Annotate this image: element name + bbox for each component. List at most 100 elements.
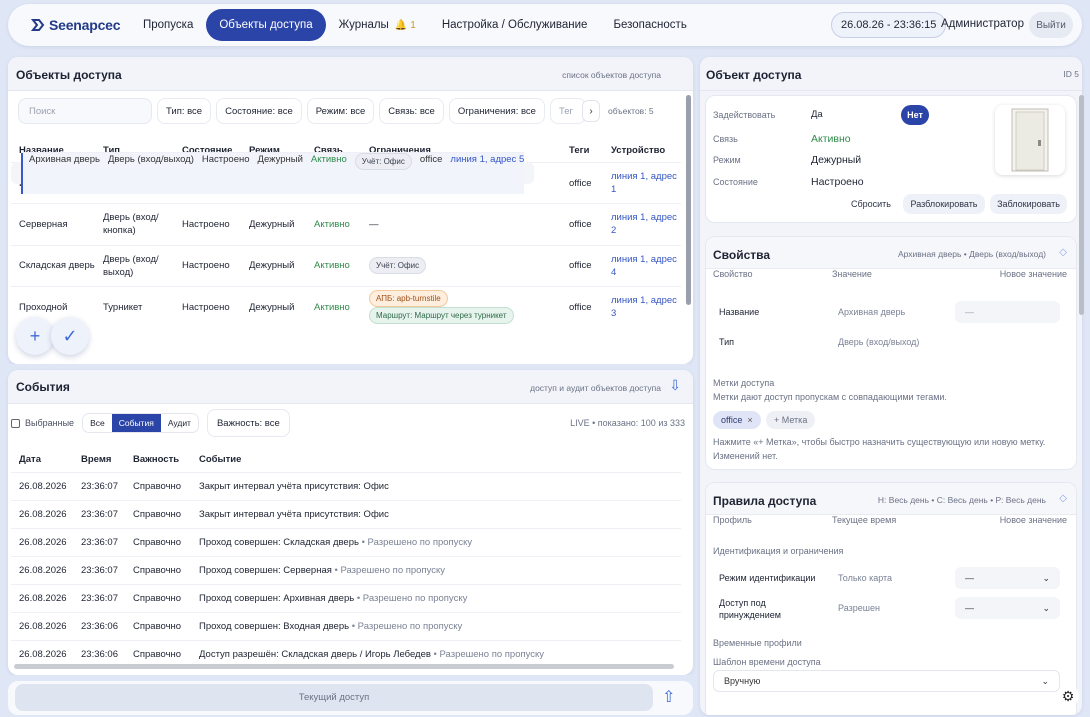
current-access-button[interactable]: Текущий доступ bbox=[15, 684, 653, 711]
filter-type[interactable]: Тип: все bbox=[157, 98, 212, 124]
engage-no-toggle[interactable]: Нет bbox=[901, 105, 929, 125]
col-tags[interactable]: Теги bbox=[561, 138, 603, 162]
reset-button[interactable]: Сбросить bbox=[843, 194, 899, 214]
diamond-icon[interactable]: ◇ bbox=[1059, 493, 1067, 504]
duress-select[interactable]: — ⌄ bbox=[955, 597, 1060, 619]
event-note: • Разрешено по пропуску bbox=[361, 536, 473, 548]
severity-filter[interactable]: Важность: все bbox=[206, 409, 290, 437]
table-row[interactable]: Серверная Дверь (вход/кнопка) Настроено … bbox=[11, 203, 681, 246]
table-row[interactable]: 26.08.2026 23:36:07 Справочно Проход соверш… bbox=[11, 583, 681, 612]
table-row[interactable]: 26.08.2026 23:36:06 Справочно Проход соверш… bbox=[11, 611, 681, 640]
detail-title: Объект доступа bbox=[706, 68, 802, 82]
tag-office[interactable]: office × bbox=[713, 411, 761, 429]
link-value: Активно bbox=[811, 133, 851, 145]
cell-device[interactable]: линия 1, адрес 3 bbox=[603, 285, 681, 328]
event-text: Доступ разрешён: Складская дверь / Игорь… bbox=[199, 648, 431, 660]
user-name[interactable]: Администратор bbox=[941, 18, 1024, 30]
table-row[interactable]: 26.08.2026 23:36:07 Справочно Проход соверш… bbox=[11, 555, 681, 584]
events-filter-bar: Выбранные Все События Аудит Важность: вс… bbox=[11, 409, 290, 437]
expand-up-icon[interactable]: ⇧ bbox=[662, 687, 675, 707]
cell-severity: Справочно bbox=[125, 499, 191, 528]
nav-journals[interactable]: Журналы 🔔 1 bbox=[326, 9, 429, 41]
id-mode-select[interactable]: — ⌄ bbox=[955, 567, 1060, 589]
cell-severity: Справочно bbox=[125, 471, 191, 500]
col-time[interactable]: Время bbox=[73, 448, 125, 472]
col-event[interactable]: Событие bbox=[191, 448, 681, 472]
add-tag-button[interactable]: + Метка bbox=[766, 411, 816, 429]
col-date[interactable]: Дата bbox=[11, 448, 73, 472]
cell-event: Закрыт интервал учёта присутствия: Офис bbox=[191, 499, 681, 528]
cell-device[interactable]: линия 1, адрес 1 bbox=[603, 161, 681, 204]
tab-audit[interactable]: Аудит bbox=[161, 414, 198, 432]
engage-yes[interactable]: Да bbox=[811, 109, 823, 120]
table-row[interactable]: 26.08.2026 23:36:07 Справочно Закрыт интерв… bbox=[11, 471, 681, 500]
logout-button[interactable]: Выйти bbox=[1029, 12, 1073, 38]
table-row[interactable]: Проходной Турникет Настроено Дежурный Ак… bbox=[11, 285, 681, 328]
objects-search-input[interactable]: Поиск bbox=[18, 98, 152, 124]
cell-tags: office bbox=[561, 161, 603, 204]
nav-settings[interactable]: Настройка / Обслуживание bbox=[429, 9, 601, 41]
filter-link[interactable]: Связь: все bbox=[379, 98, 444, 124]
filter-limits[interactable]: Ограничения: все bbox=[448, 98, 545, 124]
rules-card: Правила доступа Н: Весь день • С: Весь д… bbox=[705, 482, 1077, 715]
app-logo[interactable]: Seenapcec bbox=[30, 13, 122, 37]
filter-state[interactable]: Состояние: все bbox=[216, 98, 302, 124]
selected-checkbox[interactable] bbox=[11, 418, 20, 428]
event-text: Проход совершен: Серверная bbox=[199, 564, 332, 576]
cell-mode: Дежурный bbox=[241, 244, 306, 287]
logo-text: Seenapcec bbox=[49, 17, 121, 33]
nav-passes[interactable]: Пропуска bbox=[130, 9, 206, 41]
download-icon[interactable]: ⇩ bbox=[669, 377, 681, 394]
section-identification: Идентификация и ограничения bbox=[713, 546, 844, 556]
chevron-down-icon: ⌄ bbox=[1042, 572, 1050, 583]
template-select[interactable]: Вручную ⌄ bbox=[713, 670, 1060, 692]
col-device[interactable]: Устройство bbox=[603, 138, 681, 162]
unlock-button[interactable]: Разблокировать bbox=[903, 194, 985, 214]
chevron-right-icon[interactable]: › bbox=[581, 100, 600, 122]
filter-tag[interactable]: Тег bbox=[549, 98, 586, 124]
lock-button[interactable]: Заблокировать bbox=[990, 194, 1067, 214]
engage-label: Задействовать bbox=[713, 110, 776, 120]
nav-access-objects[interactable]: Объекты доступа bbox=[206, 9, 326, 41]
table-row[interactable]: Архивная дверь Дверь (вход/выход) Настро… bbox=[11, 152, 535, 194]
cell-event: Проход совершен: Складская дверь • Разре… bbox=[191, 527, 681, 556]
close-icon[interactable]: × bbox=[747, 415, 752, 425]
cell-limits: АПБ: apb-turnstile Маршрут: Маршрут через… bbox=[361, 285, 561, 328]
objects-count: объектов: 5 bbox=[607, 106, 654, 116]
table-row[interactable]: Складская дверь Дверь (вход/выход) Настр… bbox=[11, 244, 681, 287]
cell-device[interactable]: линия 1, адрес 2 bbox=[603, 203, 681, 246]
cell-limits: — bbox=[361, 203, 561, 246]
cell-name: Архивная дверь bbox=[21, 152, 100, 194]
confirm-button[interactable]: ✓ bbox=[51, 317, 89, 355]
cell-limits: Учёт: Офис bbox=[346, 152, 412, 194]
cell-device[interactable]: линия 1, адрес 4 bbox=[603, 244, 681, 287]
objects-scrollbar[interactable] bbox=[686, 95, 691, 305]
nav-security[interactable]: Безопасность bbox=[600, 9, 699, 41]
cell-state: Настроено bbox=[193, 152, 250, 194]
event-note: • Разрешено по пропуску bbox=[351, 620, 463, 632]
events-hscrollbar[interactable] bbox=[14, 664, 674, 669]
col-current-time: Текущее время bbox=[832, 515, 897, 525]
add-object-button[interactable]: + bbox=[16, 317, 54, 355]
limit-badge: АПБ: apb-turnstile bbox=[369, 290, 448, 308]
table-row[interactable]: 26.08.2026 23:36:07 Справочно Закрыт интерв… bbox=[11, 499, 681, 528]
col-value: Значение bbox=[832, 269, 872, 279]
event-text: Проход совершен: Архивная дверь bbox=[199, 592, 355, 604]
table-row[interactable]: 26.08.2026 23:36:07 Справочно Проход соверш… bbox=[11, 527, 681, 556]
datetime-display: 26.08.26 - 23:36:15 bbox=[831, 12, 947, 38]
tab-all[interactable]: Все bbox=[83, 414, 112, 432]
name-new-field[interactable]: — bbox=[955, 301, 1060, 323]
cell-severity: Справочно bbox=[125, 555, 191, 584]
type-label: Тип bbox=[719, 337, 735, 347]
col-severity[interactable]: Важность bbox=[125, 448, 191, 472]
tag-office-label: office bbox=[721, 415, 743, 425]
diamond-icon[interactable]: ◇ bbox=[1059, 247, 1067, 258]
cell-event: Проход совершен: Архивная дверь • Разреш… bbox=[191, 583, 681, 612]
col-new-value: Новое значение bbox=[999, 269, 1067, 279]
filter-mode[interactable]: Режим: все bbox=[306, 98, 375, 124]
detail-scrollbar[interactable] bbox=[1079, 95, 1084, 315]
gear-icon[interactable]: ⚙ bbox=[1057, 685, 1079, 707]
current-access-bar: Текущий доступ ⇧ bbox=[8, 681, 693, 715]
cell-device[interactable]: линия 1, адрес 5 bbox=[442, 152, 525, 194]
tab-events[interactable]: События bbox=[111, 414, 161, 432]
